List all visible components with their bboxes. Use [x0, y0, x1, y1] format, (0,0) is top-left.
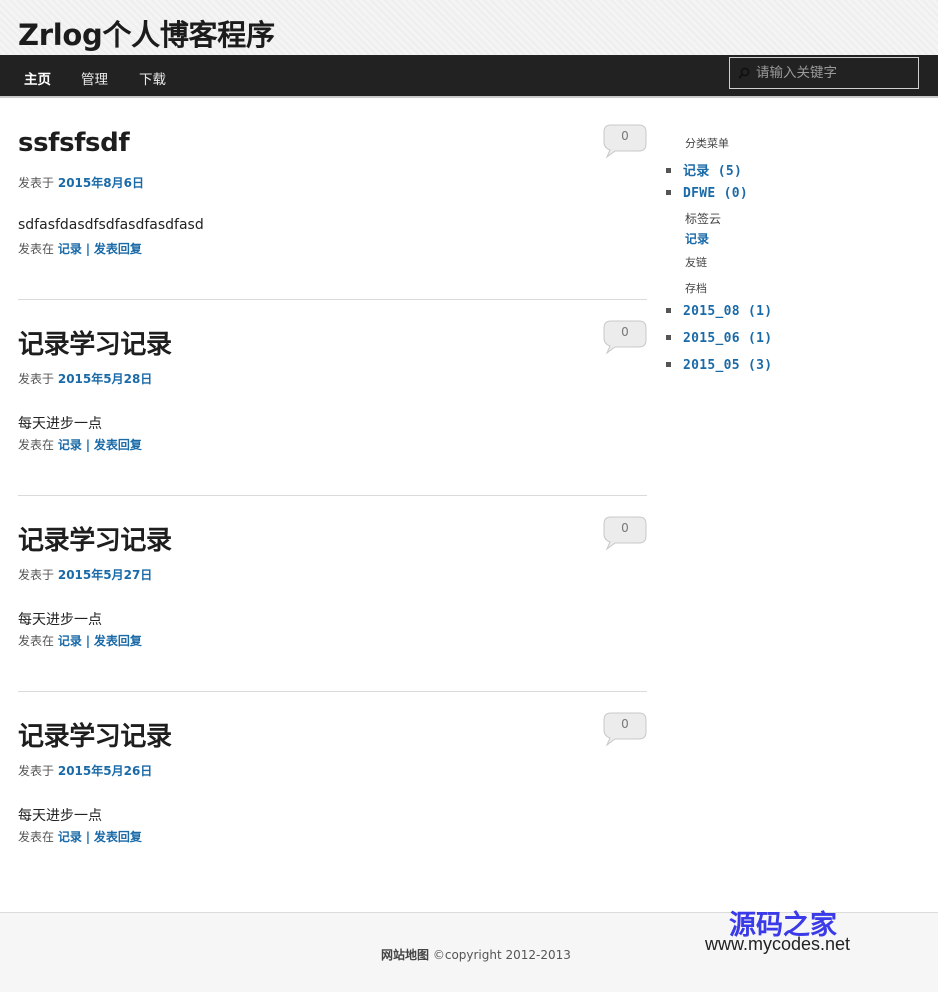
post-meta: 发表于 2015年5月28日	[18, 370, 152, 387]
post-footer: 发表在 记录 | 发表回复	[18, 828, 142, 845]
post-category-link[interactable]: 记录	[58, 830, 82, 844]
post-reply-link[interactable]: 发表回复	[94, 830, 142, 844]
post-meta: 发表于 2015年5月27日	[18, 566, 152, 583]
tag-link[interactable]: 记录	[685, 230, 709, 247]
category-link[interactable]: DFWE (0)	[683, 186, 748, 201]
footer: 网站地图 ©copyright 2012-2013 源码之家 www.mycod…	[0, 910, 938, 992]
post-foot-prefix: 发表在	[18, 242, 55, 256]
post-meta: 发表于 2015年5月26日	[18, 762, 152, 779]
comment-count: 0	[621, 325, 629, 339]
archive-link[interactable]: 2015_06 (1)	[683, 331, 772, 346]
post-date[interactable]: 2015年5月28日	[58, 372, 152, 386]
nav-item-manage[interactable]: 管理	[81, 68, 108, 88]
post-body: 每天进步一点	[18, 612, 102, 628]
post-title[interactable]: ssfsfsdf	[18, 128, 130, 158]
post-title[interactable]: 记录学习记录	[18, 324, 172, 361]
sidebar: 分类菜单 记录 (5) DFWE (0) 标签云 记录 友链 存档 2015_0…	[666, 132, 926, 392]
separator: |	[85, 242, 91, 256]
archive-item: 2015_08 (1)	[666, 304, 772, 319]
post-item: ssfsfsdf 0 发表于 2015年8月6日 sdfasfdasdfsdfa…	[18, 104, 647, 300]
bullet-icon	[666, 190, 671, 195]
post-foot-prefix: 发表在	[18, 830, 55, 844]
categories-heading: 分类菜单	[685, 137, 729, 150]
archive-item: 2015_06 (1)	[666, 331, 772, 346]
post-item: 记录学习记录 0 发表于 2015年5月28日 每天进步一点 发表在 记录 | …	[18, 300, 647, 496]
post-body: 每天进步一点	[18, 416, 102, 432]
post-meta-prefix: 发表于	[18, 764, 55, 778]
separator: |	[85, 830, 91, 844]
post-footer: 发表在 记录 | 发表回复	[18, 436, 142, 453]
post-foot-prefix: 发表在	[18, 634, 55, 648]
nav-item-download[interactable]: 下载	[139, 68, 166, 88]
post-reply-link[interactable]: 发表回复	[94, 242, 142, 256]
footer-text: 网站地图 ©copyright 2012-2013	[381, 946, 571, 963]
post-footer: 发表在 记录 | 发表回复	[18, 632, 142, 649]
bullet-icon	[666, 335, 671, 340]
post-meta-prefix: 发表于	[18, 176, 55, 190]
post-category-link[interactable]: 记录	[58, 634, 82, 648]
post-date[interactable]: 2015年5月26日	[58, 764, 152, 778]
bullet-icon	[666, 308, 671, 313]
post-date[interactable]: 2015年5月27日	[58, 568, 152, 582]
archive-heading: 存档	[685, 282, 707, 295]
search-input[interactable]	[756, 58, 916, 88]
post-meta-prefix: 发表于	[18, 568, 55, 582]
post-footer: 发表在 记录 | 发表回复	[18, 240, 142, 257]
search-icon	[738, 67, 750, 79]
category-item: DFWE (0)	[666, 186, 748, 201]
comment-count-bubble[interactable]: 0	[603, 515, 647, 551]
bullet-icon	[666, 362, 671, 367]
post-date[interactable]: 2015年8月6日	[58, 176, 144, 190]
comment-count-bubble[interactable]: 0	[603, 711, 647, 747]
post-title[interactable]: 记录学习记录	[18, 716, 172, 753]
links-heading: 友链	[685, 256, 707, 269]
archive-link[interactable]: 2015_08 (1)	[683, 304, 772, 319]
post-reply-link[interactable]: 发表回复	[94, 634, 142, 648]
comment-count: 0	[621, 717, 629, 731]
post-body: 每天进步一点	[18, 808, 102, 824]
post-item: 记录学习记录 0 发表于 2015年5月26日 每天进步一点 发表在 记录 | …	[18, 692, 647, 888]
post-category-link[interactable]: 记录	[58, 242, 82, 256]
archive-item: 2015_05 (3)	[666, 358, 772, 373]
site-title[interactable]: Zrlog个人博客程序	[18, 12, 275, 54]
post-category-link[interactable]: 记录	[58, 438, 82, 452]
tags-heading: 标签云	[685, 212, 722, 226]
watermark-url: www.mycodes.net	[705, 934, 851, 954]
nav-item-home[interactable]: 主页	[24, 68, 51, 88]
post-body: sdfasfdasdfsdfasdfasdfasd	[18, 217, 204, 233]
post-meta-prefix: 发表于	[18, 372, 55, 386]
comment-count-bubble[interactable]: 0	[603, 319, 647, 355]
archive-link[interactable]: 2015_05 (3)	[683, 358, 772, 373]
category-link[interactable]: 记录 (5)	[683, 164, 742, 179]
search-box[interactable]	[729, 57, 919, 89]
bullet-icon	[666, 168, 671, 173]
post-reply-link[interactable]: 发表回复	[94, 438, 142, 452]
nav-bar: 主页 管理 下载	[0, 55, 938, 98]
copyright-text: ©copyright 2012-2013	[432, 948, 571, 962]
sitemap-link[interactable]: 网站地图	[381, 948, 429, 962]
comment-count: 0	[621, 129, 629, 143]
category-item: 记录 (5)	[666, 160, 742, 179]
separator: |	[85, 438, 91, 452]
site-header: Zrlog个人博客程序	[0, 0, 938, 55]
post-foot-prefix: 发表在	[18, 438, 55, 452]
post-title[interactable]: 记录学习记录	[18, 520, 172, 557]
comment-count-bubble[interactable]: 0	[603, 123, 647, 159]
separator: |	[85, 634, 91, 648]
post-item: 记录学习记录 0 发表于 2015年5月27日 每天进步一点 发表在 记录 | …	[18, 496, 647, 692]
post-meta: 发表于 2015年8月6日	[18, 174, 144, 191]
comment-count: 0	[621, 521, 629, 535]
